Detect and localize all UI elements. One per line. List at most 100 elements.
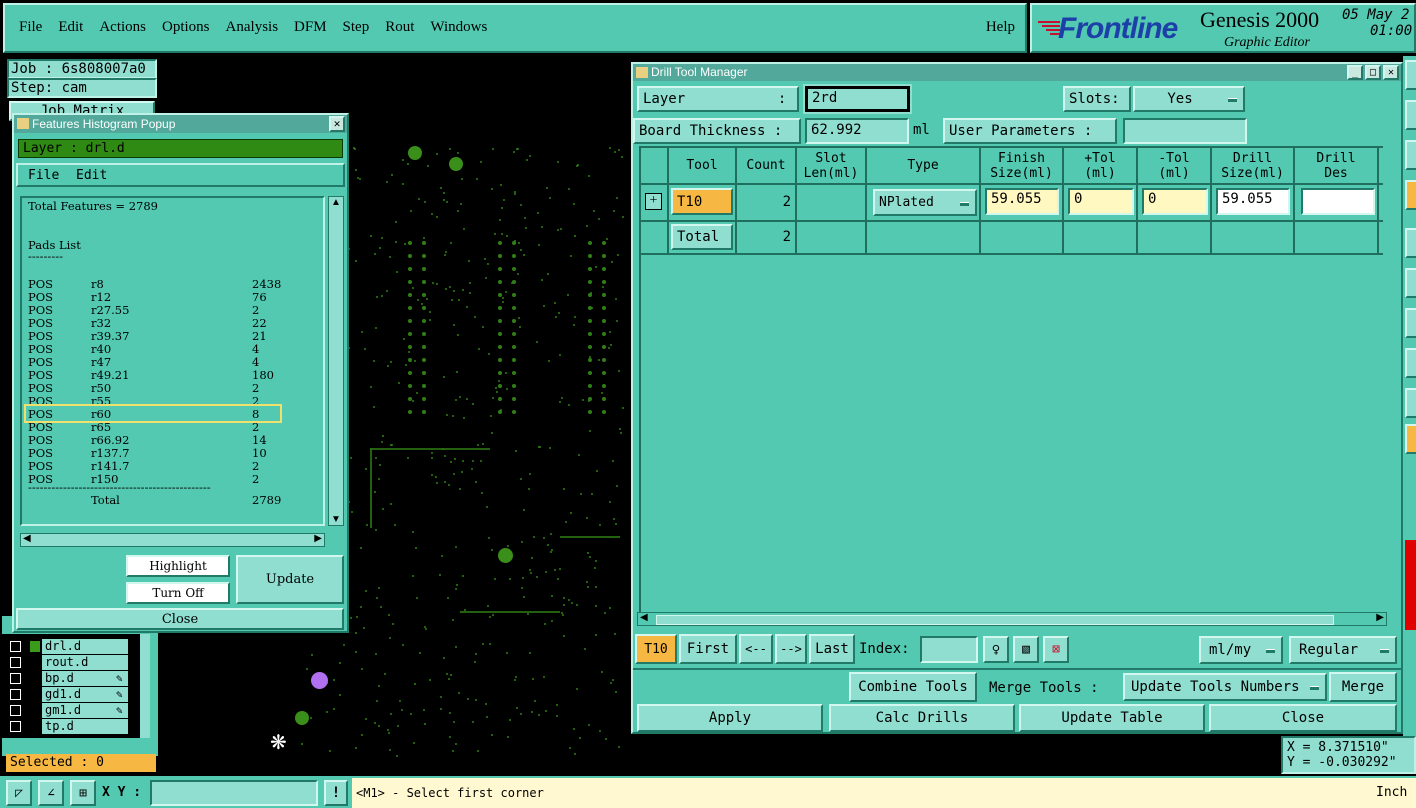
user-parameters-button[interactable]: User Parameters : <box>943 118 1117 144</box>
menu-analysis[interactable]: Analysis <box>226 19 279 36</box>
scroll-right-icon[interactable]: ▶ <box>314 533 322 544</box>
index-input[interactable] <box>920 636 978 663</box>
tool-icon[interactable] <box>1405 388 1416 418</box>
menu-step[interactable]: Step <box>343 19 370 36</box>
layer-input[interactable]: 2rd <box>803 84 912 114</box>
scroll-right-icon[interactable]: ▶ <box>1376 612 1384 623</box>
highlight-button[interactable]: Highlight <box>126 555 230 577</box>
dtm-titlebar[interactable]: Drill Tool Manager _ □ ✕ <box>633 64 1401 81</box>
minus-tol-cell[interactable]: 0 <box>1138 185 1212 220</box>
tool-icon[interactable] <box>1405 268 1416 298</box>
calc-drills-button[interactable]: Calc Drills <box>829 704 1015 732</box>
tool-cell[interactable]: T10 <box>669 185 737 220</box>
board-thickness-input[interactable]: 62.992 <box>805 118 909 144</box>
mode-dropdown[interactable]: Regular <box>1289 636 1397 664</box>
close-button[interactable]: Close <box>1209 704 1397 732</box>
histogram-titlebar[interactable]: Features Histogram Popup ✕ <box>14 115 347 133</box>
delete-icon[interactable]: ⊠ <box>1043 636 1069 663</box>
update-table-button[interactable]: Update Table <box>1019 704 1205 732</box>
merge-option-dropdown[interactable]: Update Tools Numbers <box>1123 673 1327 701</box>
table-row[interactable]: + T10 2 NPlated 59.055 0 0 59.055 <box>641 185 1383 222</box>
menu-edit[interactable]: Edit <box>76 168 107 183</box>
layer-checkbox[interactable] <box>10 673 21 684</box>
lightbulb-icon[interactable]: ♀ <box>983 636 1009 663</box>
tool-icon[interactable] <box>1405 140 1416 170</box>
layer-checkbox[interactable] <box>10 641 21 652</box>
minimize-icon[interactable]: _ <box>1347 65 1363 80</box>
layer-row[interactable]: bp.d ✎ <box>10 671 128 686</box>
layer-list-scrollbar[interactable] <box>140 634 150 738</box>
tool-icon[interactable] <box>1405 308 1416 338</box>
user-parameters-input[interactable] <box>1123 118 1247 144</box>
row-expand-cell[interactable]: + <box>641 185 669 220</box>
combine-tools-button[interactable]: Combine Tools <box>849 672 977 702</box>
tool-button[interactable]: T10 <box>671 188 733 215</box>
close-button[interactable]: Close <box>16 608 344 630</box>
menu-edit[interactable]: Edit <box>58 19 83 36</box>
first-button[interactable]: First <box>679 634 737 664</box>
units-dropdown[interactable]: ml/my <box>1199 636 1283 664</box>
tool-icon[interactable] <box>1405 100 1416 130</box>
type-dropdown[interactable]: NPlated <box>873 189 977 216</box>
image-icon[interactable]: ▧ <box>1013 636 1039 663</box>
layer-checkbox[interactable] <box>10 689 21 700</box>
plus-tol-input[interactable]: 0 <box>1068 188 1134 215</box>
menu-windows[interactable]: Windows <box>430 19 487 36</box>
menu-file[interactable]: File <box>19 19 42 36</box>
layer-row[interactable]: gd1.d ✎ <box>10 687 128 702</box>
tool-icon[interactable] <box>1405 228 1416 258</box>
scroll-left-icon[interactable]: ◀ <box>23 533 31 544</box>
select-corner-icon[interactable]: ◸ <box>6 780 32 806</box>
drill-size-input[interactable]: 59.055 <box>1216 188 1290 215</box>
last-button[interactable]: Last <box>809 634 855 664</box>
scroll-left-icon[interactable]: ◀ <box>640 612 648 623</box>
apply-button[interactable]: Apply <box>637 704 823 732</box>
layer-checkbox[interactable] <box>10 721 21 732</box>
histogram-vscrollbar[interactable]: ▲ ▼ <box>328 196 344 526</box>
menu-help[interactable]: Help <box>986 19 1015 36</box>
drill-size-cell[interactable]: 59.055 <box>1212 185 1295 220</box>
tool-icon[interactable] <box>1405 180 1416 210</box>
scroll-down-icon[interactable]: ▼ <box>331 514 341 525</box>
drill-des-cell[interactable] <box>1295 185 1379 220</box>
menu-file[interactable]: File <box>28 168 59 183</box>
info-icon[interactable]: ! <box>324 780 348 806</box>
histogram-text-area[interactable]: Total Features = 2789 Pads List --------- P… <box>20 196 325 526</box>
menu-dfm[interactable]: DFM <box>294 19 327 36</box>
tool-icon[interactable] <box>1405 348 1416 378</box>
layer-row[interactable]: drl.d <box>10 639 128 654</box>
layer-checkbox[interactable] <box>10 705 21 716</box>
menu-rout[interactable]: Rout <box>385 19 414 36</box>
plus-tol-cell[interactable]: 0 <box>1064 185 1138 220</box>
drill-des-input[interactable] <box>1301 188 1375 215</box>
minus-tol-input[interactable]: 0 <box>1142 188 1208 215</box>
layer-row[interactable]: rout.d <box>10 655 128 670</box>
angle-icon[interactable]: ∠ <box>38 780 64 806</box>
close-icon[interactable]: ✕ <box>329 116 345 132</box>
finish-size-input[interactable]: 59.055 <box>985 188 1059 215</box>
grid-snap-icon[interactable]: ⊞ <box>70 780 96 806</box>
next-button[interactable]: --> <box>775 634 807 664</box>
scroll-up-icon[interactable]: ▲ <box>331 197 341 208</box>
expand-icon[interactable]: + <box>645 193 662 210</box>
update-button[interactable]: Update <box>236 555 344 604</box>
table-hscrollbar[interactable]: ◀ ▶ <box>637 612 1387 626</box>
xy-input[interactable] <box>150 780 318 806</box>
type-cell[interactable]: NPlated <box>867 185 981 220</box>
layer-checkbox[interactable] <box>10 657 21 668</box>
menu-actions[interactable]: Actions <box>99 19 146 36</box>
menu-options[interactable]: Options <box>162 19 210 36</box>
tool-icon[interactable] <box>1405 424 1416 454</box>
finish-size-cell[interactable]: 59.055 <box>981 185 1064 220</box>
tool-icon[interactable] <box>1405 60 1416 90</box>
slots-dropdown[interactable]: Yes <box>1133 86 1245 112</box>
scroll-thumb[interactable] <box>656 615 1334 625</box>
close-icon[interactable]: ✕ <box>1383 65 1399 80</box>
turn-off-button[interactable]: Turn Off <box>126 582 230 604</box>
maximize-icon[interactable]: □ <box>1365 65 1381 80</box>
merge-button[interactable]: Merge <box>1329 672 1397 702</box>
prev-button[interactable]: <-- <box>739 634 773 664</box>
histogram-hscrollbar[interactable]: ◀ ▶ <box>20 533 325 547</box>
layer-row[interactable]: tp.d <box>10 719 128 734</box>
layer-row[interactable]: gm1.d ✎ <box>10 703 128 718</box>
